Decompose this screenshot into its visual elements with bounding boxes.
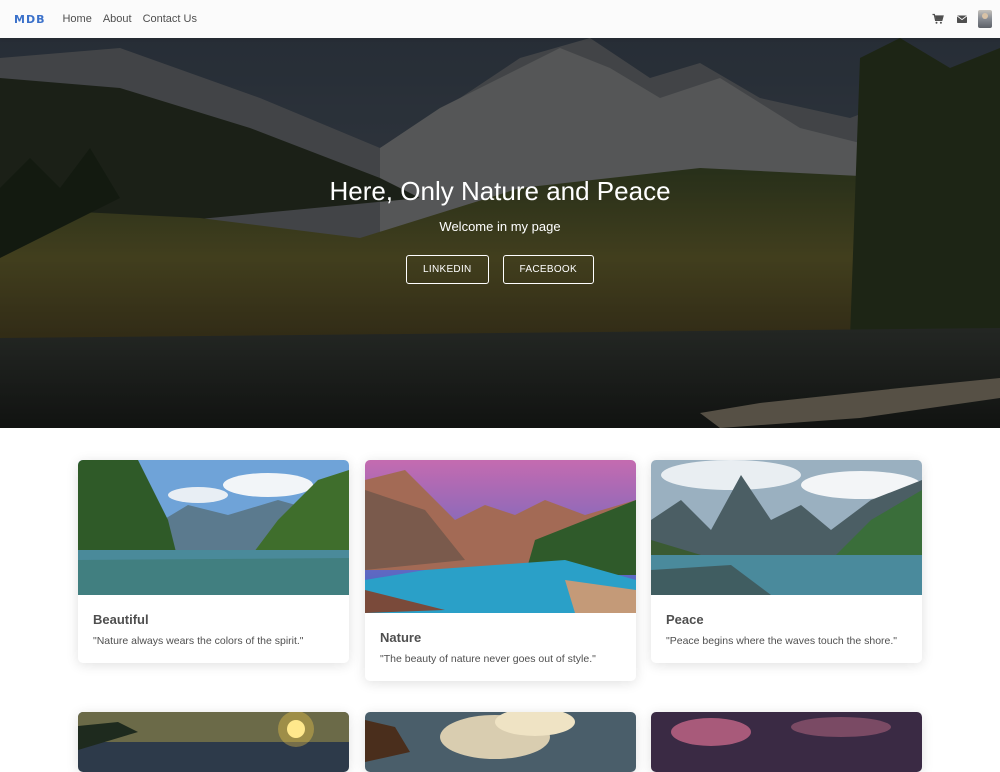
facebook-button[interactable]: FACEBOOK <box>502 255 594 284</box>
card-beautiful[interactable]: Beautiful "Nature always wears the color… <box>78 460 349 663</box>
nav-link-home[interactable]: Home <box>62 13 91 25</box>
card-image-dusk <box>651 712 922 772</box>
cart-icon[interactable] <box>932 13 944 25</box>
card-text: "Nature always wears the colors of the s… <box>93 635 304 647</box>
hero-title: Here, Only Nature and Peace <box>329 176 671 206</box>
card-text: "Peace begins where the waves touch the … <box>666 635 898 647</box>
card-title: Beautiful <box>93 612 149 627</box>
card-body: Peace "Peace begins where the waves touc… <box>651 612 922 647</box>
navbar: MDB Home About Contact Us <box>0 0 1000 38</box>
card-image-clouds <box>365 712 636 772</box>
card-body: Nature "The beauty of nature never goes … <box>365 630 636 665</box>
card-nature[interactable]: Nature "The beauty of nature never goes … <box>365 460 636 681</box>
card-image-forest-lake <box>78 460 349 595</box>
card-image-fjord <box>651 460 922 595</box>
card-text: "The beauty of nature never goes out of … <box>380 653 596 665</box>
card-title: Nature <box>380 630 422 645</box>
card-dusk[interactable] <box>651 712 922 772</box>
card-image-sunset <box>78 712 349 772</box>
brand-logo[interactable]: MDB <box>14 13 45 26</box>
linkedin-button[interactable]: LINKEDIN <box>406 255 489 284</box>
nav-links: Home About Contact Us <box>62 13 208 25</box>
card-clouds[interactable] <box>365 712 636 772</box>
envelope-icon[interactable] <box>956 13 968 25</box>
card-title: Peace <box>666 612 704 627</box>
hero-buttons: LINKEDIN FACEBOOK <box>0 255 1000 284</box>
avatar[interactable] <box>978 10 992 28</box>
nav-link-about[interactable]: About <box>103 13 132 25</box>
card-body: Beautiful "Nature always wears the color… <box>78 612 349 647</box>
hero-section: Here, Only Nature and Peace Welcome in m… <box>0 38 1000 428</box>
card-image-mountain-lake <box>365 460 636 613</box>
hero-content: Here, Only Nature and Peace Welcome in m… <box>0 38 1000 428</box>
nav-right <box>920 10 992 28</box>
card-peace[interactable]: Peace "Peace begins where the waves touc… <box>651 460 922 663</box>
card-sunset[interactable] <box>78 712 349 772</box>
hero-subtitle: Welcome in my page <box>439 219 561 234</box>
nav-link-contact[interactable]: Contact Us <box>143 13 197 25</box>
